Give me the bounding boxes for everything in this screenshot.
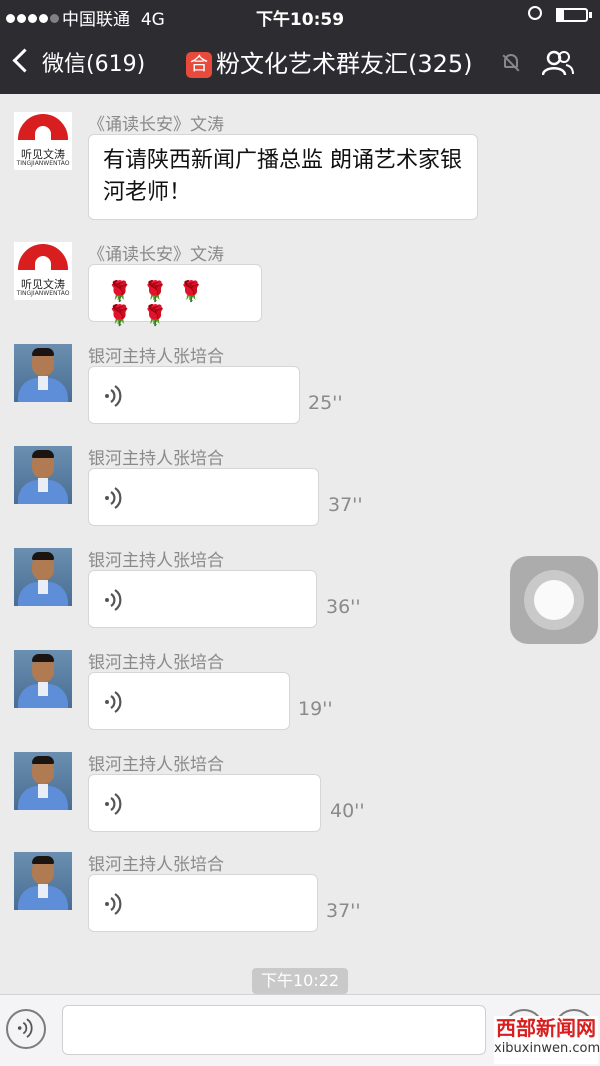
- message-bubble[interactable]: 有请陕西新闻广播总监 朗诵艺术家银河老师！: [88, 134, 478, 220]
- voice-duration: 19'': [298, 698, 333, 720]
- clock: 下午10:59: [255, 10, 345, 30]
- avatar[interactable]: [14, 344, 72, 402]
- logo-subtext: TINGJIANWENTAO: [16, 290, 70, 297]
- voice-wave-icon: [105, 793, 122, 815]
- voice-bubble[interactable]: [88, 774, 321, 832]
- voice-message: 银河主持人张培合 40'': [0, 748, 600, 838]
- sender-name: 银河主持人张培合: [88, 449, 224, 469]
- voice-message: 银河主持人张培合 37'': [0, 442, 600, 532]
- avatar[interactable]: [14, 548, 72, 606]
- voice-wave-icon: [105, 487, 122, 509]
- voice-wave-icon: [105, 385, 122, 407]
- voice-bubble[interactable]: [88, 874, 318, 932]
- avatar[interactable]: 听见文涛 TINGJIANWENTAO: [14, 112, 72, 170]
- chat-timestamp: 下午10:22: [252, 968, 348, 994]
- voice-duration: 37'': [326, 900, 361, 922]
- sender-name: 银河主持人张培合: [88, 855, 224, 875]
- group-badge: 合: [186, 52, 212, 78]
- sender-name: 银河主持人张培合: [88, 653, 224, 673]
- sender-name: 银河主持人张培合: [88, 755, 224, 775]
- mute-icon: [504, 54, 518, 68]
- voice-message: 银河主持人张培合 19'': [0, 646, 600, 736]
- voice-message: 银河主持人张培合 37'': [0, 848, 600, 938]
- message-item: 听见文涛 TINGJIANWENTAO 《诵读长安》文涛 🌹🌹🌹🌹🌹: [0, 238, 600, 328]
- fan-logo-icon: [18, 244, 68, 270]
- voice-wave-icon: [105, 589, 122, 611]
- battery-icon: [556, 8, 588, 22]
- voice-wave-icon: [105, 893, 122, 915]
- battery-tip: [589, 12, 592, 18]
- message-bubble[interactable]: 🌹🌹🌹🌹🌹: [88, 264, 262, 327]
- back-button[interactable]: 微信(619): [12, 46, 146, 78]
- message-input[interactable]: [62, 1005, 486, 1055]
- back-label: 微信(619): [42, 52, 146, 77]
- voice-input-button[interactable]: [6, 1009, 46, 1049]
- avatar[interactable]: [14, 752, 72, 810]
- chat-title-text: 粉文化艺术群友汇(325): [216, 50, 473, 78]
- watermark-title: 西部新闻网: [496, 1016, 596, 1040]
- assistive-touch-button[interactable]: [510, 556, 598, 644]
- voice-message: 银河主持人张培合 25'': [0, 340, 600, 430]
- voice-duration: 25'': [308, 392, 343, 414]
- message-item: 听见文涛 TINGJIANWENTAO 《诵读长安》文涛 有请陕西新闻广播总监 …: [0, 108, 600, 224]
- avatar[interactable]: [14, 852, 72, 910]
- voice-duration: 36'': [326, 596, 361, 618]
- sender-name: 银河主持人张培合: [88, 551, 224, 571]
- group-members-button[interactable]: [542, 50, 574, 76]
- voice-duration: 37'': [328, 494, 363, 516]
- sender-name: 《诵读长安》文涛: [88, 245, 224, 265]
- watermark-url: xibuxinwen.com: [494, 1041, 600, 1056]
- chevron-left-icon: [12, 48, 37, 73]
- voice-bubble[interactable]: [88, 468, 319, 526]
- chat-title: 合粉文化艺术群友汇(325): [186, 44, 473, 79]
- voice-duration: 40'': [330, 800, 365, 822]
- logo-subtext: TINGJIANWENTAO: [16, 160, 70, 167]
- status-bar: 中国联通 4G 下午10:59: [0, 0, 600, 30]
- avatar[interactable]: 听见文涛 TINGJIANWENTAO: [14, 242, 72, 300]
- voice-bubble[interactable]: [88, 672, 290, 730]
- voice-bubble[interactable]: [88, 366, 300, 424]
- sender-name: 银河主持人张培合: [88, 347, 224, 367]
- sender-name: 《诵读长安》文涛: [88, 115, 224, 135]
- avatar[interactable]: [14, 446, 72, 504]
- fan-logo-icon: [18, 114, 68, 140]
- watermark: 西部新闻网 xibuxinwen.com: [494, 1016, 600, 1064]
- orientation-lock-icon: [528, 6, 542, 20]
- nav-bar: 微信(619) 合粉文化艺术群友汇(325): [0, 30, 600, 94]
- voice-wave-icon: [105, 691, 122, 713]
- voice-bubble[interactable]: [88, 570, 317, 628]
- avatar[interactable]: [14, 650, 72, 708]
